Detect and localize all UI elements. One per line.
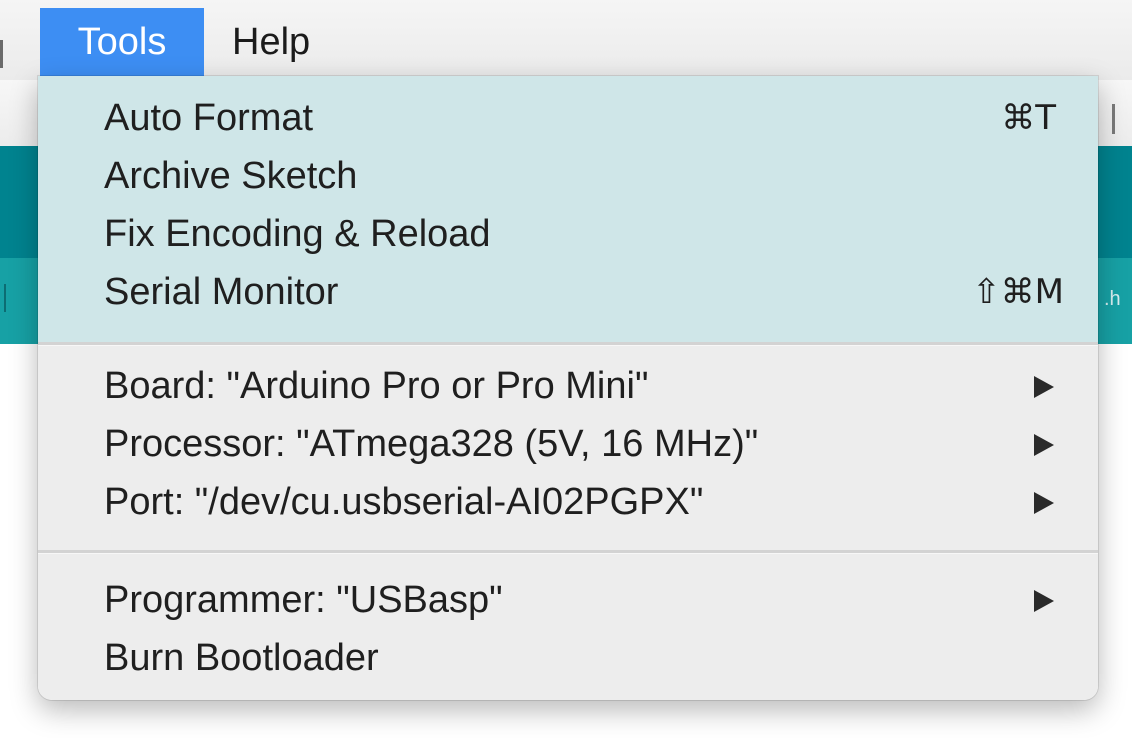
submenu-arrow-icon	[1034, 434, 1054, 456]
toolbar-divider	[1112, 104, 1115, 134]
menubar-edge-fragment	[0, 40, 3, 68]
menubar-help[interactable]: Help	[232, 8, 310, 76]
menu-item-serial-monitor[interactable]: Serial Monitor ⇧⌘M	[104, 264, 1064, 320]
menu-item-port[interactable]: Port: "/dev/cu.usbserial-AI02PGPX"	[104, 474, 1064, 530]
menubar-tools[interactable]: Tools	[40, 8, 204, 76]
menu-item-fix-encoding-reload[interactable]: Fix Encoding & Reload	[104, 206, 1064, 262]
menu-item-label: Burn Bootloader	[104, 637, 379, 679]
submenu-arrow-icon	[1034, 492, 1054, 514]
menu-item-label: Auto Format	[104, 97, 314, 139]
submenu-arrow-icon	[1034, 590, 1054, 612]
menu-item-label: Archive Sketch	[104, 155, 358, 197]
shortcut-shift-cmd-m: ⇧⌘M	[972, 272, 1064, 312]
menu-item-processor[interactable]: Processor: "ATmega328 (5V, 16 MHz)"	[104, 416, 1064, 472]
menu-item-label: Serial Monitor	[104, 271, 339, 313]
tab-edge-fragment	[4, 284, 6, 312]
menu-item-programmer[interactable]: Programmer: "USBasp"	[104, 572, 1064, 628]
menu-item-archive-sketch[interactable]: Archive Sketch	[104, 148, 1064, 204]
menu-item-label: Programmer: "USBasp"	[104, 579, 503, 621]
menu-item-label: Board: "Arduino Pro or Pro Mini"	[104, 365, 649, 407]
tools-menu: Auto Format ⌘T Archive Sketch Fix Encodi…	[38, 76, 1098, 700]
menu-item-label: Fix Encoding & Reload	[104, 213, 491, 255]
menu-item-board[interactable]: Board: "Arduino Pro or Pro Mini"	[104, 358, 1064, 414]
menu-separator	[38, 550, 1098, 554]
menu-item-auto-format[interactable]: Auto Format ⌘T	[104, 90, 1064, 146]
menu-separator	[38, 342, 1098, 346]
menu-item-label: Port: "/dev/cu.usbserial-AI02PGPX"	[104, 481, 704, 523]
menu-item-burn-bootloader[interactable]: Burn Bootloader	[104, 630, 1064, 686]
editor-tab-label[interactable]: .h	[1104, 288, 1121, 311]
shortcut-cmd-t: ⌘T	[1001, 98, 1056, 138]
menu-item-label: Processor: "ATmega328 (5V, 16 MHz)"	[104, 423, 759, 465]
submenu-arrow-icon	[1034, 376, 1054, 398]
